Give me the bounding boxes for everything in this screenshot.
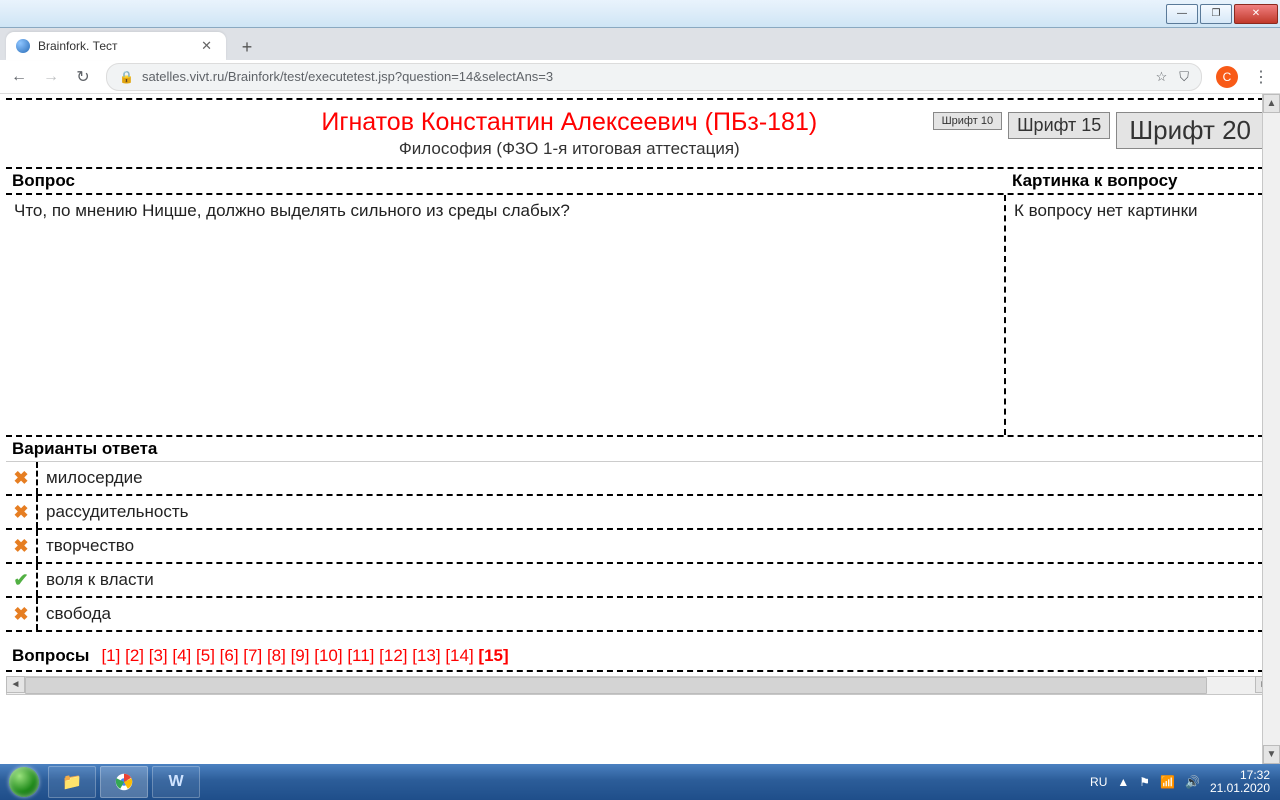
check-icon: ✔ xyxy=(6,564,38,596)
answer-text: свобода xyxy=(38,604,111,624)
question-nav-link[interactable]: [12] xyxy=(379,646,407,665)
font-20-button[interactable]: Шрифт 20 xyxy=(1116,112,1264,149)
window-close-button[interactable]: ✕ xyxy=(1234,4,1278,24)
test-header: Игнатов Константин Алексеевич (ПБз-181) … xyxy=(6,98,1274,169)
answer-row[interactable]: ✖творчество xyxy=(6,530,1274,564)
profile-button[interactable]: C xyxy=(1216,66,1238,88)
question-image-label: Картинка к вопросу xyxy=(1006,169,1274,193)
taskbar-explorer-button[interactable]: 📁 xyxy=(48,766,96,798)
taskbar-word-button[interactable]: W xyxy=(152,766,200,798)
answer-row[interactable]: ✖свобода xyxy=(6,598,1274,632)
nav-label: Вопросы xyxy=(12,646,89,666)
tray-up-icon[interactable]: ▲ xyxy=(1117,775,1129,789)
forward-button[interactable]: → xyxy=(42,68,60,86)
cross-icon: ✖ xyxy=(6,530,38,562)
tray-flag-icon[interactable]: ⚑ xyxy=(1139,775,1150,789)
question-header-row: Вопрос Картинка к вопросу xyxy=(6,169,1274,195)
cross-icon: ✖ xyxy=(6,496,38,528)
star-icon[interactable]: ☆ xyxy=(1156,69,1168,85)
question-text: Что, по мнению Ницше, должно выделять си… xyxy=(6,195,1006,435)
browser-menu-button[interactable]: ⋮ xyxy=(1252,68,1270,86)
page-content: Игнатов Константин Алексеевич (ПБз-181) … xyxy=(0,94,1280,764)
scroll-left-button[interactable]: ◄ xyxy=(6,676,25,693)
clock[interactable]: 17:32 21.01.2020 xyxy=(1210,769,1270,795)
answer-text: творчество xyxy=(38,536,134,556)
horizontal-scrollbar[interactable]: ◄ ► xyxy=(6,676,1274,695)
url-text: satelles.vivt.ru/Brainfork/test/executet… xyxy=(142,69,553,84)
tray-volume-icon[interactable]: 🔊 xyxy=(1185,775,1200,789)
answer-row[interactable]: ✖рассудительность xyxy=(6,496,1274,530)
question-nav-link[interactable]: [1] xyxy=(101,646,120,665)
question-nav-link[interactable]: [8] xyxy=(267,646,286,665)
start-button[interactable] xyxy=(4,765,44,799)
question-nav-link[interactable]: [6] xyxy=(220,646,239,665)
question-nav-link[interactable]: [11] xyxy=(347,646,374,665)
font-10-button[interactable]: Шрифт 10 xyxy=(933,112,1002,130)
tab-title: Brainfork. Тест xyxy=(38,39,118,53)
font-size-controls: Шрифт 10 Шрифт 15 Шрифт 20 xyxy=(933,106,1264,159)
taskbar-chrome-button[interactable] xyxy=(100,766,148,798)
window-maximize-button[interactable]: ❐ xyxy=(1200,4,1232,24)
scroll-thumb[interactable] xyxy=(25,677,1207,694)
scroll-up-button[interactable]: ▲ xyxy=(1263,94,1280,113)
answer-text: рассудительность xyxy=(38,502,189,522)
question-nav-link[interactable]: [7] xyxy=(243,646,262,665)
question-nav-link[interactable]: [2] xyxy=(125,646,144,665)
answers-label: Варианты ответа xyxy=(6,435,1274,462)
vertical-scrollbar[interactable]: ▲ ▼ xyxy=(1262,94,1280,764)
window-titlebar: — ❐ ✕ xyxy=(0,0,1280,28)
course-name: Философия (ФЗО 1-я итоговая аттестация) xyxy=(216,139,923,159)
question-nav-link[interactable]: [13] xyxy=(412,646,440,665)
answer-row[interactable]: ✔воля к власти xyxy=(6,564,1274,598)
tab-close-button[interactable]: ✕ xyxy=(197,38,216,54)
shield-icon[interactable]: ⛉ xyxy=(1179,69,1189,85)
back-button[interactable]: ← xyxy=(10,68,28,86)
system-tray: RU ▲ ⚑ 📶 🔊 17:32 21.01.2020 xyxy=(1090,769,1276,795)
clock-date: 21.01.2020 xyxy=(1210,782,1270,795)
answer-text: милосердие xyxy=(38,468,143,488)
question-nav-link[interactable]: [3] xyxy=(149,646,168,665)
browser-tab[interactable]: Brainfork. Тест ✕ xyxy=(6,32,226,60)
address-bar[interactable]: 🔒 satelles.vivt.ru/Brainfork/test/execut… xyxy=(106,63,1202,91)
new-tab-button[interactable]: + xyxy=(234,34,260,60)
question-nav-link[interactable]: [9] xyxy=(291,646,310,665)
font-15-button[interactable]: Шрифт 15 xyxy=(1008,112,1110,139)
reload-button[interactable]: ↻ xyxy=(74,68,92,86)
cross-icon: ✖ xyxy=(6,462,38,494)
question-nav-link[interactable]: [14] xyxy=(445,646,473,665)
answer-row[interactable]: ✖милосердие xyxy=(6,462,1274,496)
tray-network-icon[interactable]: 📶 xyxy=(1160,775,1175,789)
window-minimize-button[interactable]: — xyxy=(1166,4,1198,24)
question-nav-link[interactable]: [10] xyxy=(314,646,342,665)
student-name: Игнатов Константин Алексеевич (ПБз-181) xyxy=(216,108,923,137)
question-image-placeholder: К вопросу нет картинки xyxy=(1006,195,1274,435)
lang-indicator[interactable]: RU xyxy=(1090,775,1107,789)
question-nav-link[interactable]: [4] xyxy=(172,646,191,665)
browser-toolbar: ← → ↻ 🔒 satelles.vivt.ru/Brainfork/test/… xyxy=(0,60,1280,94)
browser-tabstrip: Brainfork. Тест ✕ + xyxy=(0,28,1280,60)
favicon-icon xyxy=(16,39,30,53)
windows-taskbar: 📁 W RU ▲ ⚑ 📶 🔊 17:32 21.01.2020 xyxy=(0,764,1280,800)
question-nav-link[interactable]: [5] xyxy=(196,646,215,665)
scroll-down-button[interactable]: ▼ xyxy=(1263,745,1280,764)
cross-icon: ✖ xyxy=(6,598,38,630)
question-nav-current: [15] xyxy=(478,646,508,665)
lock-icon: 🔒 xyxy=(119,70,134,84)
question-nav: Вопросы [1] [2] [3] [4] [5] [6] [7] [8] … xyxy=(6,642,1274,672)
question-body-row: Что, по мнению Ницше, должно выделять си… xyxy=(6,195,1274,435)
question-label: Вопрос xyxy=(6,169,1006,193)
answer-text: воля к власти xyxy=(38,570,154,590)
